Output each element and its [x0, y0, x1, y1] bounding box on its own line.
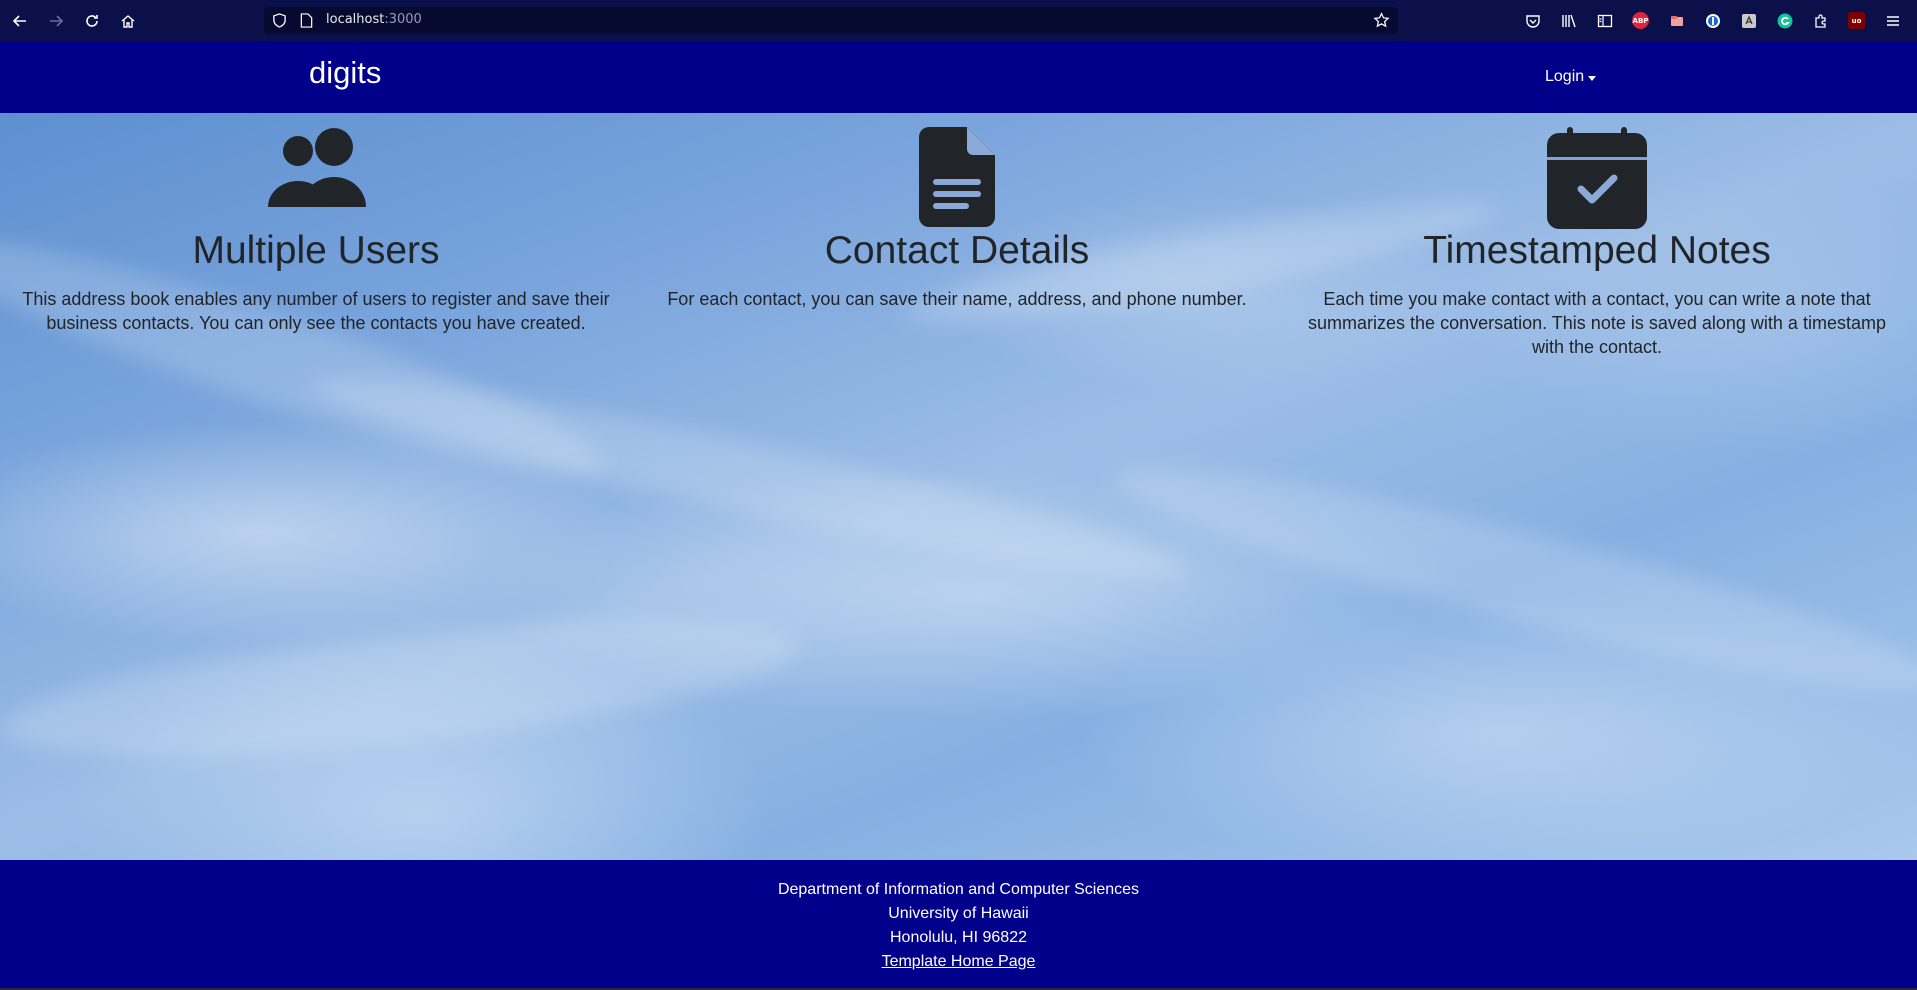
file-icon [919, 127, 995, 227]
url-text: localhost:3000 [326, 12, 422, 27]
pocket-icon[interactable] [1524, 12, 1541, 29]
adblock-plus-icon[interactable]: ABP [1632, 12, 1649, 29]
ublock-origin-icon[interactable]: uo [1848, 12, 1865, 29]
feature-title: Multiple Users [192, 229, 440, 272]
home-icon [121, 15, 135, 28]
login-dropdown[interactable]: Login [1545, 68, 1597, 86]
ublock-label: uo [1851, 16, 1862, 25]
users-icon [268, 128, 366, 207]
app-navbar: digits Login [0, 41, 1917, 113]
cloud-streak [1101, 431, 1917, 725]
extensions-puzzle-icon[interactable] [1812, 12, 1829, 29]
translate-extension-icon[interactable] [1740, 12, 1757, 29]
footer-university: University of Hawaii [888, 905, 1029, 922]
abp-label: ABP [1632, 16, 1649, 25]
library-icon[interactable] [1560, 12, 1577, 29]
url-port: :3000 [384, 12, 422, 27]
calendar-check-icon [1547, 127, 1647, 229]
sidebar-icon[interactable] [1596, 12, 1613, 29]
browser-toolbar: localhost:3000 ABP uo [0, 0, 1917, 41]
cloud-streak [302, 350, 1198, 606]
extension-folder-icon[interactable] [1668, 12, 1685, 29]
feature-description: For each contact, you can save their nam… [667, 289, 1247, 309]
caret-down-icon [1588, 75, 1597, 81]
feature-description: Each time you make contact with a contac… [1308, 289, 1886, 357]
grammarly-icon[interactable] [1776, 12, 1793, 29]
bookmark-star-icon[interactable] [1373, 12, 1390, 29]
menu-icon[interactable] [1884, 12, 1901, 29]
reload-button[interactable] [81, 10, 103, 32]
arrow-left-icon [12, 15, 26, 27]
forward-button[interactable] [45, 10, 67, 32]
footer-department: Department of Information and Computer S… [777, 881, 1140, 898]
login-label: Login [1545, 68, 1585, 85]
footer-address: Honolulu, HI 96822 [890, 929, 1027, 946]
arrow-right-icon [50, 15, 64, 27]
feature-description: This address book enables any number of … [22, 289, 610, 333]
landing-hero: Multiple Users This address book enables… [0, 113, 1917, 860]
page-footer: Department of Information and Computer S… [0, 860, 1917, 988]
home-button[interactable] [117, 10, 139, 32]
feature-title: Contact Details [824, 229, 1090, 272]
back-button[interactable] [9, 10, 31, 32]
url-host: localhost [326, 12, 385, 27]
cloud-streak [0, 591, 804, 785]
feature-title: Timestamped Notes [1423, 229, 1771, 272]
template-home-link[interactable]: Template Home Page [882, 953, 1036, 970]
page-icon [300, 13, 313, 28]
shield-icon[interactable] [272, 13, 287, 28]
brand-link[interactable]: digits [309, 55, 381, 91]
reload-icon [86, 15, 98, 27]
password-manager-icon[interactable] [1704, 12, 1721, 29]
address-bar[interactable]: localhost:3000 [264, 7, 1398, 34]
